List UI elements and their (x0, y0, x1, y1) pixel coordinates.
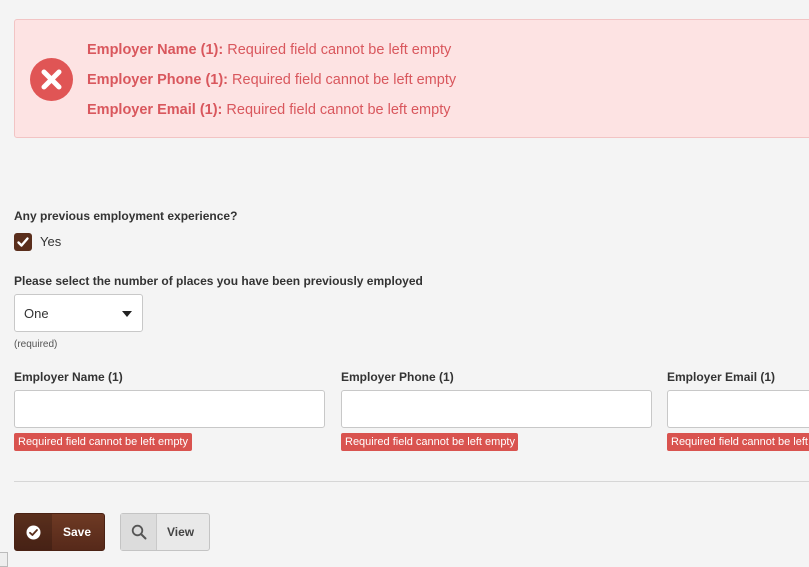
employer-email-label: Employer Email (1) (667, 370, 776, 384)
close-circle-icon (30, 58, 73, 101)
employer-name-input[interactable] (14, 390, 325, 428)
check-icon (17, 237, 29, 247)
error-line-employer-phone: Employer Phone (1): Required field canno… (87, 70, 456, 100)
employer-name-error: Required field cannot be left empty (14, 433, 192, 451)
places-select-value: One (24, 306, 49, 321)
employer-phone-label: Employer Phone (1) (341, 370, 454, 384)
error-field-name: Employer Email (1): (87, 102, 223, 118)
error-message: Required field cannot be left empty (226, 102, 451, 118)
view-button-label: View (167, 525, 195, 539)
places-select[interactable]: One (14, 294, 143, 332)
error-line-employer-name: Employer Name (1): Required field cannot… (87, 40, 456, 70)
caret-down-icon (122, 311, 132, 317)
error-message: Required field cannot be left empty (232, 72, 457, 88)
experience-question: Any previous employment experience? (14, 209, 238, 223)
error-field-name: Employer Name (1): (87, 42, 224, 58)
error-field-name: Employer Phone (1): (87, 72, 228, 88)
required-hint: (required) (14, 339, 58, 350)
employer-email-error: Required field cannot be left empty (667, 433, 809, 451)
save-button-label: Save (63, 525, 92, 539)
error-line-employer-email: Employer Email (1): Required field canno… (87, 100, 456, 130)
save-button[interactable]: Save (14, 513, 105, 551)
resize-grip[interactable] (0, 552, 8, 567)
error-message: Required field cannot be left empty (227, 42, 452, 58)
places-question: Please select the number of places you h… (14, 274, 423, 288)
divider (14, 481, 809, 482)
error-summary: Employer Name (1): Required field cannot… (14, 19, 809, 138)
experience-checkbox[interactable] (14, 233, 32, 251)
employer-phone-error: Required field cannot be left empty (341, 433, 518, 451)
search-icon (121, 514, 157, 550)
view-button[interactable]: View (120, 513, 210, 551)
employer-name-label: Employer Name (1) (14, 370, 123, 384)
employer-phone-input[interactable] (341, 390, 652, 428)
check-circle-icon (15, 514, 52, 550)
experience-checkbox-label[interactable]: Yes (40, 234, 61, 249)
employer-email-input[interactable] (667, 390, 809, 428)
